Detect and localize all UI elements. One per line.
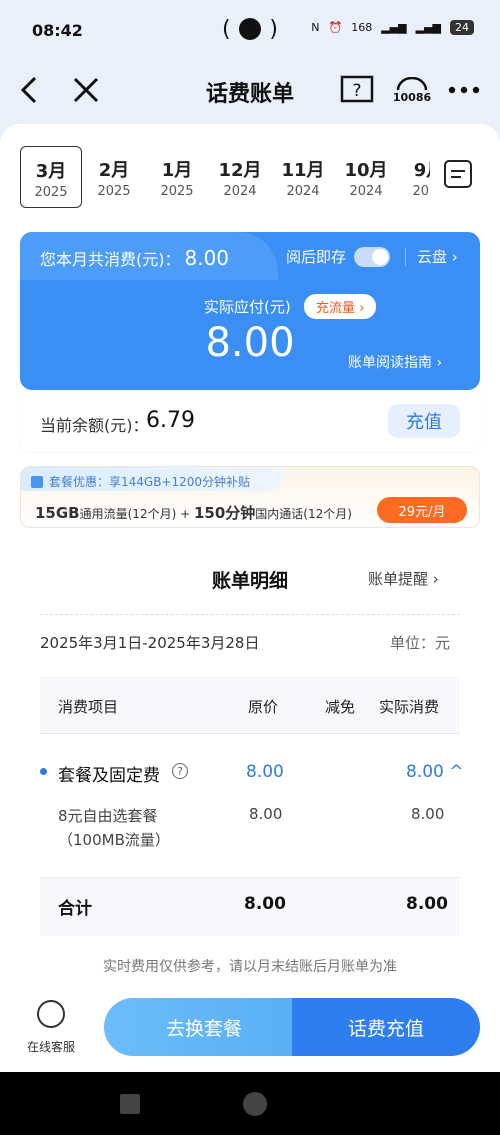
total-actual: 8.00 <box>406 894 448 914</box>
svg-text:?: ? <box>352 81 361 101</box>
sub-item-line1: 8元自由选套餐 <box>58 807 158 825</box>
total-orig: 8.00 <box>244 894 286 914</box>
month-label: 3月 <box>35 161 67 182</box>
month-year: 2024 <box>286 184 320 199</box>
balance-recharge-button[interactable]: 充值 <box>388 404 460 438</box>
month-tab[interactable]: 1月 2025 <box>146 146 208 208</box>
month-year: 2024 <box>223 184 257 199</box>
read-save-toggle-row[interactable]: 阅后即存 <box>286 246 391 267</box>
plan-promo-banner[interactable]: 套餐优惠：享144GB+1200分钟补贴 15GB通用流量(12个月) + 15… <box>20 466 480 528</box>
status-bar: 08:42 () N ⏰ 168 ▂▄▆ ▂▄▆ 24 <box>0 0 500 60</box>
nfc-icon: N <box>311 21 320 34</box>
month-tab[interactable]: 12月 2024 <box>209 146 271 208</box>
battery-indicator: 24 <box>450 20 474 35</box>
header-orig: 原价 <box>248 698 279 716</box>
balance-label: 当前余额(元)： <box>40 416 149 435</box>
month-year: 2025 <box>97 184 131 199</box>
month-tab[interactable]: 11月 2024 <box>272 146 334 208</box>
balance-row: 当前余额(元)： 6.79 充值 <box>20 390 480 452</box>
promo-voice-amount: 150分钟 <box>193 504 256 522</box>
bill-summary-card: 您本月共消费(元)： 8.00 阅后即存 云盘 › 实际应付(元) 充流量 › 8… <box>20 232 480 390</box>
month-year: 2025 <box>34 185 68 200</box>
month-year: 2024 <box>412 184 430 199</box>
service-10086-icon[interactable]: 10086 <box>390 70 434 110</box>
promo-data-text: 通用流量(12个月) + <box>79 507 194 521</box>
month-label: 2月 <box>98 160 130 181</box>
spent-value: 8.00 <box>184 246 230 270</box>
nav-bar: 话费账单 ? 10086 <box>0 62 500 120</box>
change-plan-button[interactable]: 去换套餐 <box>104 998 304 1056</box>
promo-header-text: 套餐优惠：享144GB+1200分钟补贴 <box>49 475 251 489</box>
read-save-toggle[interactable] <box>354 246 391 267</box>
bill-period: 2025年3月1日-2025年3月28日 <box>40 634 260 652</box>
month-label: 1月 <box>161 160 193 181</box>
read-save-label: 阅后即存 <box>286 248 347 266</box>
camera-cutout: () <box>222 16 278 42</box>
status-icons: N ⏰ 168 ▂▄▆ ▂▄▆ 24 <box>311 20 474 35</box>
gift-icon <box>31 475 43 488</box>
actual-pay-label: 实际应付(元) <box>204 298 291 316</box>
bill-guide-link[interactable]: 账单阅读指南 › <box>348 352 442 372</box>
service-10086-label: 10086 <box>392 90 432 104</box>
month-label: 11月 <box>281 160 325 181</box>
header-item: 消费项目 <box>58 698 119 716</box>
sub-item-actual: 8.00 <box>411 805 445 823</box>
promo-price-button[interactable]: 29元/月 <box>377 497 467 523</box>
recharge-data-button[interactable]: 充流量 › <box>304 294 377 319</box>
monthly-spent: 您本月共消费(元)： 8.00 <box>40 246 229 270</box>
month-label: 12月 <box>218 160 262 181</box>
system-nav-bar <box>0 1072 500 1135</box>
dashed-divider <box>40 614 460 615</box>
cloud-link[interactable]: 云盘 › <box>417 246 458 267</box>
group-orig: 8.00 <box>246 762 284 782</box>
more-icon[interactable] <box>446 70 482 110</box>
month-tabs: 3月 2025 2月 2025 1月 2025 12月 2024 11月 2024 10月 2024 9… <box>20 146 430 208</box>
spent-label: 您本月共消费(元)： <box>40 250 181 269</box>
recent-apps-icon[interactable] <box>120 1094 140 1114</box>
signal-icon-2: ▂▄▆ <box>415 21 441 34</box>
status-time: 08:42 <box>32 20 83 40</box>
group-actual-toggle[interactable]: 8.00 ^ <box>406 762 464 782</box>
sub-item-line2: （100MB流量） <box>58 831 170 849</box>
header-actual: 实际消费 <box>379 698 440 716</box>
month-tab[interactable]: 2月 2025 <box>83 146 145 208</box>
total-row: 合计 8.00 8.00 <box>40 878 460 936</box>
table-header: 消费项目 原价 减免 实际消费 <box>40 676 460 734</box>
divider <box>405 248 406 266</box>
alarm-icon: ⏰ <box>328 21 343 34</box>
headset-icon <box>37 1000 65 1028</box>
month-label: 9月 <box>413 160 430 181</box>
online-service-label: 在线客服 <box>26 1040 75 1054</box>
total-label: 合计 <box>58 899 92 919</box>
promo-voice-text: 国内通话(12个月) <box>255 507 352 521</box>
sub-item-orig: 8.00 <box>249 805 283 823</box>
header-discount: 减免 <box>325 698 356 716</box>
calendar-icon[interactable] <box>444 160 472 188</box>
promo-header: 套餐优惠：享144GB+1200分钟补贴 <box>21 467 285 491</box>
disclaimer-note: 实时费用仅供参考，请以月末结账后月账单为准 <box>103 959 397 975</box>
question-icon[interactable]: ? <box>340 70 374 110</box>
phone-recharge-button[interactable]: 话费充值 <box>292 998 480 1056</box>
help-icon[interactable]: ? <box>172 763 188 779</box>
month-year: 2024 <box>349 184 383 199</box>
group-name[interactable]: 套餐及固定费 <box>58 761 160 786</box>
month-tab[interactable]: 9月 2024 <box>398 146 430 208</box>
month-tab[interactable]: 3月 2025 <box>20 146 82 208</box>
online-service-button[interactable]: 在线客服 <box>20 1000 82 1055</box>
bill-reminder-link[interactable]: 账单提醒 › <box>368 568 439 589</box>
month-tab[interactable]: 10月 2024 <box>335 146 397 208</box>
promo-data-amount: 15GB <box>35 504 80 522</box>
bullet-dot <box>40 768 47 775</box>
net-speed: 168 <box>351 21 373 34</box>
promo-detail: 15GB通用流量(12个月) + 150分钟国内通话(12个月) <box>35 502 352 523</box>
sub-item-name: 8元自由选套餐 （100MB流量） <box>58 804 170 852</box>
signal-icon: ▂▄▆ <box>381 21 407 34</box>
unit-label: 单位：元 <box>390 634 451 652</box>
month-year: 2025 <box>160 184 194 199</box>
month-label: 10月 <box>344 160 388 181</box>
balance-value: 6.79 <box>146 408 195 433</box>
home-icon[interactable] <box>243 1092 267 1116</box>
